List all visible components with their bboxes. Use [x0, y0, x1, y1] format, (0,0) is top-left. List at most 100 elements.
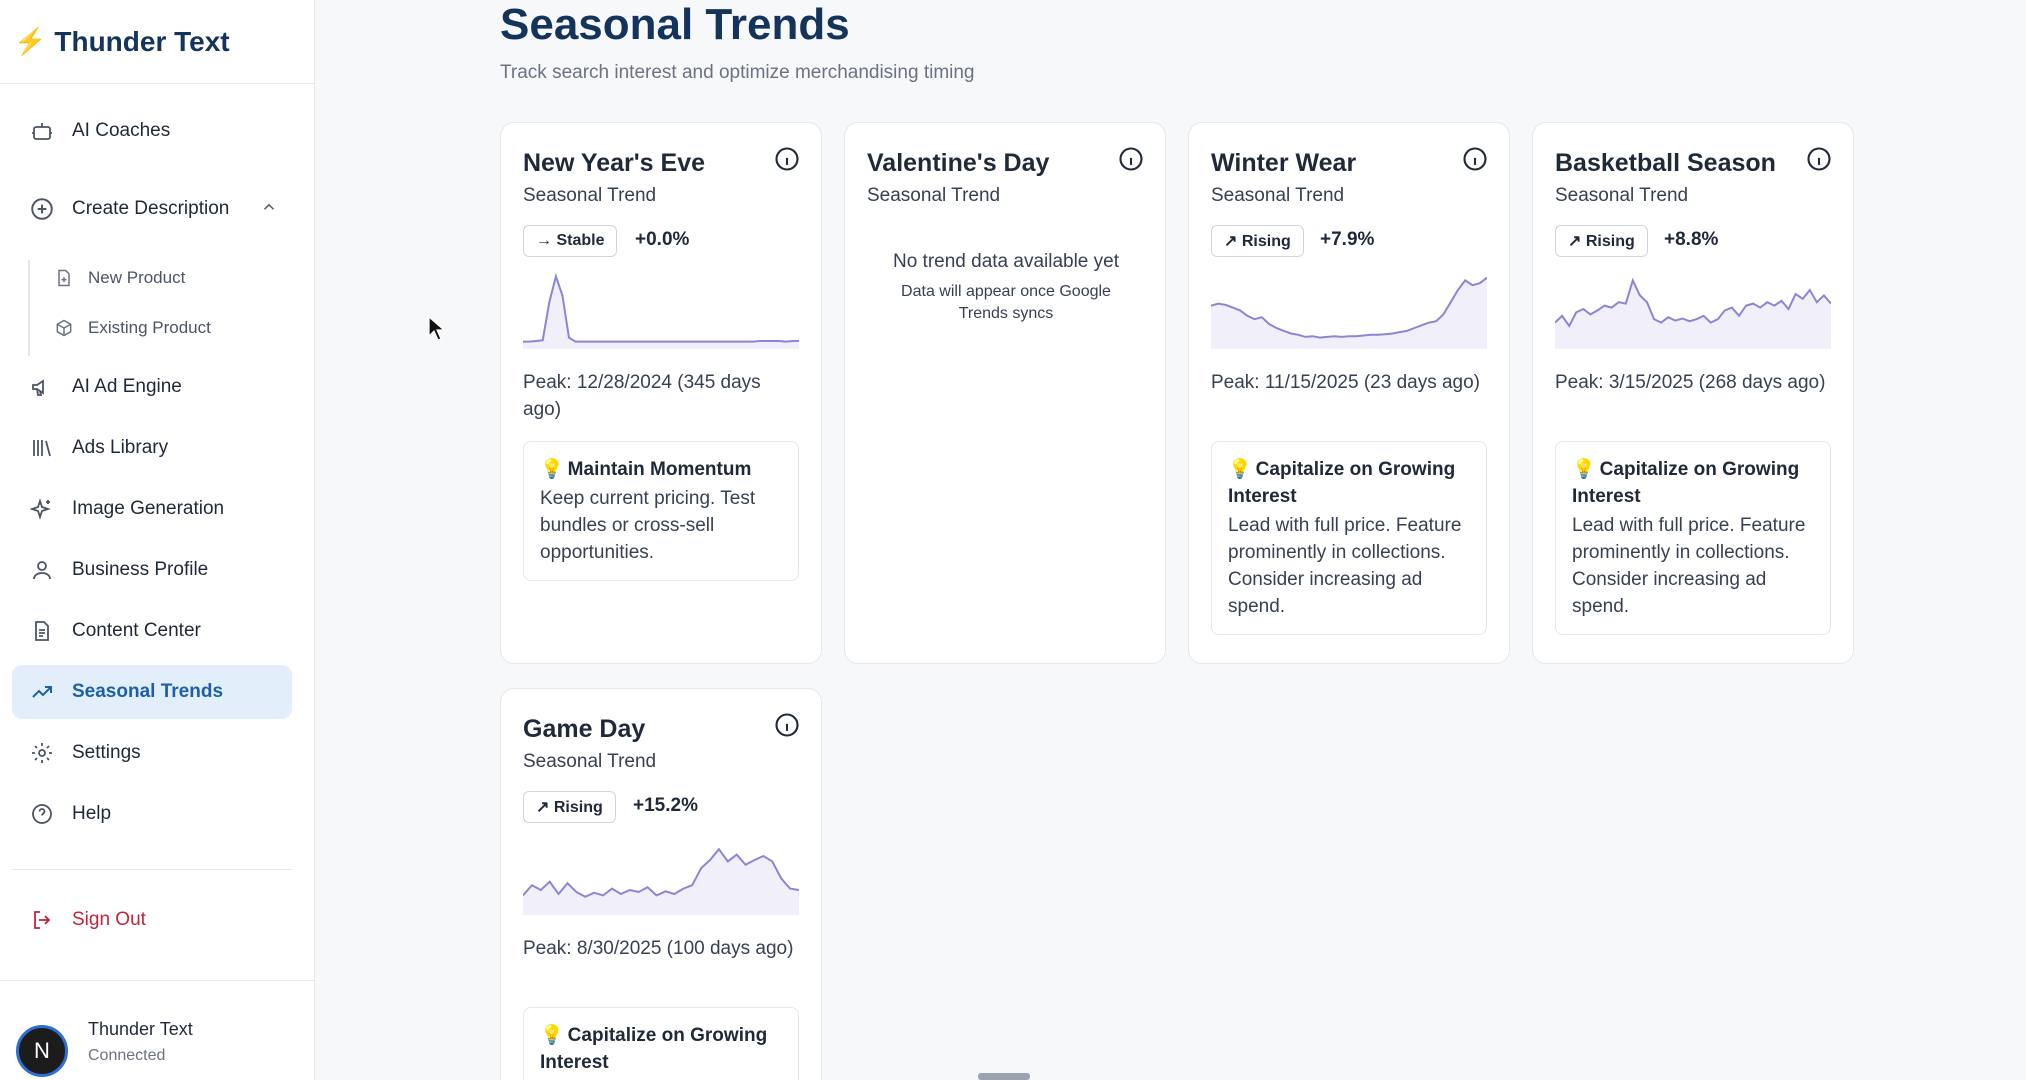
sparkline-area: [1555, 280, 1831, 349]
trend-card-basketball-season: Basketball Season Seasonal Trend ↗ Risin…: [1532, 122, 1854, 664]
recommendation-body: Lead with full price. Feature prominentl…: [1228, 515, 1462, 617]
recommendation-box: 💡 Maintain Momentum Keep current pricing.…: [523, 441, 799, 581]
sidebar-item-label: Seasonal Trends: [72, 681, 224, 702]
trending-up-icon: [28, 678, 56, 706]
info-icon[interactable]: [1117, 145, 1145, 173]
sidebar-subitem-label: Existing Product: [88, 318, 211, 337]
sidebar-subitem-label: New Product: [88, 268, 186, 287]
library-icon: [28, 434, 56, 462]
card-subtitle: Seasonal Trend: [523, 185, 657, 206]
card-title: Valentine's Day: [867, 149, 1050, 177]
logout-icon: [28, 906, 56, 934]
plus-circle-icon: [28, 195, 56, 223]
info-icon[interactable]: [1461, 145, 1489, 173]
sidebar-item-seasonal-trends[interactable]: Seasonal Trends: [12, 665, 292, 719]
trend-card-winter-wear: Winter Wear Seasonal Trend ↗ Rising +7.9…: [1188, 122, 1510, 664]
trend-percent: +0.0%: [635, 229, 690, 250]
trend-status-badge: → Stable: [523, 225, 618, 257]
sidebar-divider: [12, 869, 292, 870]
sparkline-chart: [523, 272, 799, 349]
avatar[interactable]: N: [16, 1025, 68, 1077]
sidebar-item-ai-coaches[interactable]: AI Coaches: [12, 104, 292, 158]
empty-state-title: No trend data available yet: [892, 251, 1120, 272]
sparkles-icon: [28, 495, 56, 523]
sign-out-button[interactable]: Sign Out: [12, 893, 292, 947]
lightbulb-icon: 💡: [1228, 459, 1252, 480]
horizontal-scrollbar[interactable]: [978, 1073, 1030, 1080]
sidebar-item-settings[interactable]: Settings: [12, 726, 292, 780]
sparkline-chart: [1555, 277, 1831, 349]
trend-percent: +15.2%: [633, 795, 698, 816]
lightbulb-icon: 💡: [1572, 459, 1596, 480]
sidebar-item-label: AI Ad Engine: [72, 376, 182, 397]
card-subtitle: Seasonal Trend: [1211, 185, 1345, 206]
card-title: Game Day: [523, 715, 646, 743]
sidebar-item-label: Help: [72, 803, 112, 824]
chevron-up-icon[interactable]: [260, 198, 278, 222]
robot-icon: [28, 117, 56, 145]
recommendation-title: Capitalize on Growing Interest: [1572, 459, 1800, 507]
mouse-cursor-icon: [428, 316, 446, 341]
app-logo[interactable]: ⚡ Thunder Text: [0, 0, 314, 84]
sidebar-item-content-center[interactable]: Content Center: [12, 604, 292, 658]
sidebar-item-business-profile[interactable]: Business Profile: [12, 543, 292, 597]
card-subtitle: Seasonal Trend: [523, 751, 657, 772]
recommendation-box: 💡 Capitalize on Growing Interest Lead wit…: [1555, 441, 1831, 635]
sidebar-item-label: Create Description: [72, 198, 230, 219]
info-icon[interactable]: [773, 711, 801, 739]
card-subtitle: Seasonal Trend: [1555, 185, 1689, 206]
help-circle-icon: [28, 800, 56, 828]
card-title: Basketball Season: [1555, 149, 1776, 177]
peak-date: Peak: 8/30/2025 (100 days ago): [523, 938, 794, 959]
recommendation-title: Maintain Momentum: [567, 459, 752, 480]
trend-card-valentines-day: Valentine's Day Seasonal Trend No trend …: [844, 122, 1166, 664]
recommendation-title: Capitalize on Growing Interest: [1228, 459, 1456, 507]
page-subtitle: Track search interest and optimize merch…: [500, 62, 975, 83]
sidebar-item-ads-library[interactable]: Ads Library: [12, 421, 292, 475]
sparkline-chart: [523, 847, 799, 915]
trend-percent: +8.8%: [1664, 229, 1719, 250]
empty-state-body: Data will appear once Google Trends sync…: [901, 283, 1111, 322]
sidebar-item-ai-ad-engine[interactable]: AI Ad Engine: [12, 360, 292, 414]
trend-status-badge: ↗ Rising: [523, 791, 616, 823]
recommendation-box: 💡 Capitalize on Growing Interest: [523, 1007, 799, 1080]
megaphone-icon: [28, 373, 56, 401]
lightbulb-icon: 💡: [540, 459, 564, 480]
sparkline-chart: [1211, 276, 1487, 349]
account-status: Connected: [88, 1047, 166, 1064]
trend-percent: +7.9%: [1320, 229, 1375, 250]
trend-status-badge: ↗ Rising: [1555, 225, 1648, 257]
gear-icon: [28, 739, 56, 767]
info-icon[interactable]: [773, 145, 801, 173]
lightbulb-icon: 💡: [540, 1025, 564, 1046]
sidebar-item-label: Settings: [72, 742, 141, 763]
sidebar-item-label: AI Coaches: [72, 120, 171, 141]
sidebar-item-create-description[interactable]: Create Description: [12, 174, 292, 244]
sidebar-item-image-generation[interactable]: Image Generation: [12, 482, 292, 536]
sidebar: ⚡ Thunder Text AI Coaches Create Descrip…: [0, 0, 315, 1080]
peak-date: Peak: 3/15/2025 (268 days ago): [1555, 372, 1826, 393]
info-icon[interactable]: [1805, 145, 1833, 173]
trend-card-game-day: Game Day Seasonal Trend ↗ Rising +15.2% …: [500, 688, 822, 1080]
recommendation-body: Lead with full price. Feature prominentl…: [1572, 515, 1806, 617]
card-title: Winter Wear: [1211, 149, 1357, 177]
sidebar-subitem-existing-product[interactable]: Existing Product: [52, 306, 211, 350]
file-plus-icon: [52, 266, 76, 290]
submenu-guide-line: [28, 260, 30, 356]
sidebar-item-label: Business Profile: [72, 559, 209, 580]
sidebar-item-help[interactable]: Help: [12, 787, 292, 841]
card-title: New Year's Eve: [523, 149, 706, 177]
box-icon: [52, 316, 76, 340]
brand-name: Thunder Text: [54, 25, 230, 57]
account-footer[interactable]: N Thunder Text Connected: [0, 980, 315, 1080]
user-icon: [28, 556, 56, 584]
sidebar-subitem-new-product[interactable]: New Product: [52, 256, 185, 300]
card-subtitle: Seasonal Trend: [867, 185, 1001, 206]
recommendation-box: 💡 Capitalize on Growing Interest Lead wit…: [1211, 441, 1487, 635]
empty-state: No trend data available yet Data will ap…: [845, 251, 1167, 325]
page-title: Seasonal Trends: [500, 0, 850, 49]
recommendation-body: Keep current pricing. Test bundles or cr…: [540, 488, 756, 563]
trend-status-badge: ↗ Rising: [1211, 225, 1304, 257]
recommendation-title: Capitalize on Growing Interest: [540, 1025, 768, 1073]
trend-card-new-years-eve: New Year's Eve Seasonal Trend → Stable +…: [500, 122, 822, 664]
